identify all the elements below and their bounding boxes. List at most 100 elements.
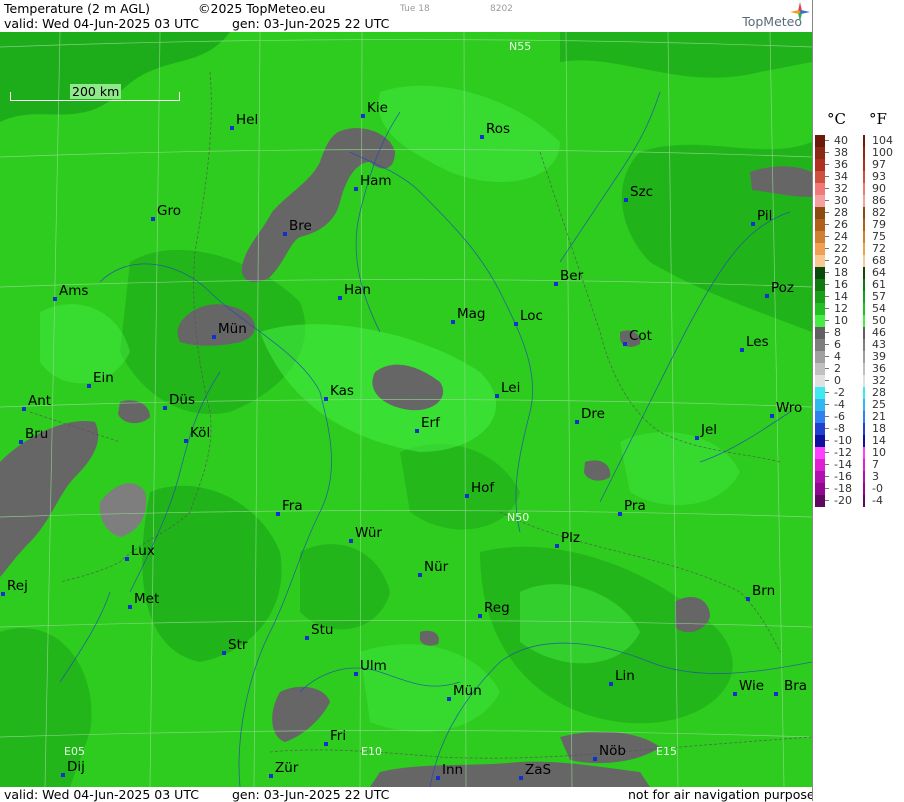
legend-fahrenheit-swatch xyxy=(863,243,865,255)
city-label: Mag xyxy=(457,306,486,322)
legend-row: 38 100 xyxy=(813,147,904,159)
legend-swatch xyxy=(815,351,825,363)
city-dot xyxy=(733,692,737,696)
legend-tick xyxy=(825,404,829,405)
city-dot xyxy=(361,114,365,118)
legend-row: -10 14 xyxy=(813,435,904,447)
legend-tick xyxy=(825,308,829,309)
legend-swatch xyxy=(815,447,825,459)
city-dot xyxy=(514,322,518,326)
city-dot xyxy=(128,605,132,609)
grid-label-e05: E05 xyxy=(64,745,85,758)
legend-swatch xyxy=(815,183,825,195)
city-dot xyxy=(495,394,499,398)
city-label: Stu xyxy=(311,622,334,638)
city-dot xyxy=(555,544,559,548)
city-dot xyxy=(740,348,744,352)
legend-swatch xyxy=(815,195,825,207)
city-dot xyxy=(415,429,419,433)
city-label: Kie xyxy=(367,100,388,116)
map-footer: valid: Wed 04-Jun-2025 03 UTC gen: 03-Ju… xyxy=(0,787,821,802)
legend-swatch xyxy=(815,267,825,279)
city-label: ZaS xyxy=(525,762,552,778)
legend-celsius-value: -20 xyxy=(834,494,852,507)
legend-row: 2 36 xyxy=(813,363,904,375)
city-label: Nöb xyxy=(599,743,626,759)
legend-fahrenheit-swatch xyxy=(863,339,865,351)
city-dot xyxy=(418,573,422,577)
legend-swatch xyxy=(815,435,825,447)
legend-tick xyxy=(825,224,829,225)
legend-fahrenheit-swatch xyxy=(863,399,865,411)
legend-tick xyxy=(825,176,829,177)
city-label: Brn xyxy=(752,583,776,599)
legend-row: -2 28 xyxy=(813,387,904,399)
city-dot xyxy=(465,494,469,498)
compass-logo-icon xyxy=(790,2,810,22)
city-dot xyxy=(575,420,579,424)
legend-row: 36 97 xyxy=(813,159,904,171)
legend-row: 18 64 xyxy=(813,267,904,279)
legend-row: 12 54 xyxy=(813,303,904,315)
legend-row: 14 57 xyxy=(813,291,904,303)
city-label: Inn xyxy=(442,762,464,778)
legend-fahrenheit-swatch xyxy=(863,231,865,243)
legend-tick xyxy=(825,320,829,321)
city-dot xyxy=(283,232,287,236)
city-label: Ant xyxy=(28,393,52,409)
city-dot xyxy=(22,407,26,411)
city-dot xyxy=(770,414,774,418)
city-label: Ulm xyxy=(360,658,387,674)
legend-fahrenheit-swatch xyxy=(863,159,865,171)
legend-swatch xyxy=(815,207,825,219)
legend-fahrenheit-swatch xyxy=(863,459,865,471)
city-label: Str xyxy=(228,637,248,653)
city-label: Lin xyxy=(615,668,635,684)
legend-fahrenheit-swatch xyxy=(863,291,865,303)
legend-tick xyxy=(825,416,829,417)
city-dot xyxy=(305,636,309,640)
legend-swatch xyxy=(815,219,825,231)
legend-swatch xyxy=(815,471,825,483)
city-dot xyxy=(480,135,484,139)
legend-row: 20 68 xyxy=(813,255,904,267)
legend-fahrenheit-value: -4 xyxy=(872,494,883,507)
legend-fahrenheit-swatch xyxy=(863,327,865,339)
legend-row: -18 -0 xyxy=(813,483,904,495)
temperature-legend: °C °F 40 104 38 100 36 97 34 93 32 90 30 86 28 82 26 79… xyxy=(812,0,904,801)
legend-swatch xyxy=(815,399,825,411)
city-label: Cot xyxy=(629,328,652,344)
city-label: Ham xyxy=(360,173,392,189)
city-label: Bre xyxy=(289,218,312,234)
city-label: Poz xyxy=(771,280,795,296)
legend-tick xyxy=(825,356,829,357)
legend-fahrenheit-swatch xyxy=(863,411,865,423)
scale-bar-label: 200 km xyxy=(70,84,122,99)
legend-row: 32 90 xyxy=(813,183,904,195)
city-label: Wür xyxy=(355,525,382,541)
city-dot xyxy=(338,296,342,300)
legend-swatch xyxy=(815,135,825,147)
legend-tick xyxy=(825,476,829,477)
legend-row: 26 79 xyxy=(813,219,904,231)
legend-swatch xyxy=(815,363,825,375)
legend-swatch xyxy=(815,411,825,423)
legend-row: 8 46 xyxy=(813,327,904,339)
temperature-map[interactable]: 200 km N55 N50 E05 E10 E15 Kie Hel Ros Ham S… xyxy=(0,32,812,787)
city-label: Met xyxy=(134,591,160,607)
legend-row: 16 61 xyxy=(813,279,904,291)
legend-tick xyxy=(825,188,829,189)
city-label: Bra xyxy=(784,678,808,694)
legend-fahrenheit-swatch xyxy=(863,195,865,207)
city-dot xyxy=(125,557,129,561)
legend-tick xyxy=(825,236,829,237)
legend-row: 0 32 xyxy=(813,375,904,387)
city-dot xyxy=(184,439,188,443)
legend-tick xyxy=(825,296,829,297)
city-label: Nür xyxy=(424,559,449,575)
city-dot xyxy=(61,773,65,777)
legend-swatch xyxy=(815,243,825,255)
legend-fahrenheit-swatch xyxy=(863,447,865,459)
legend-fahrenheit-swatch xyxy=(863,423,865,435)
city-dot xyxy=(269,774,273,778)
